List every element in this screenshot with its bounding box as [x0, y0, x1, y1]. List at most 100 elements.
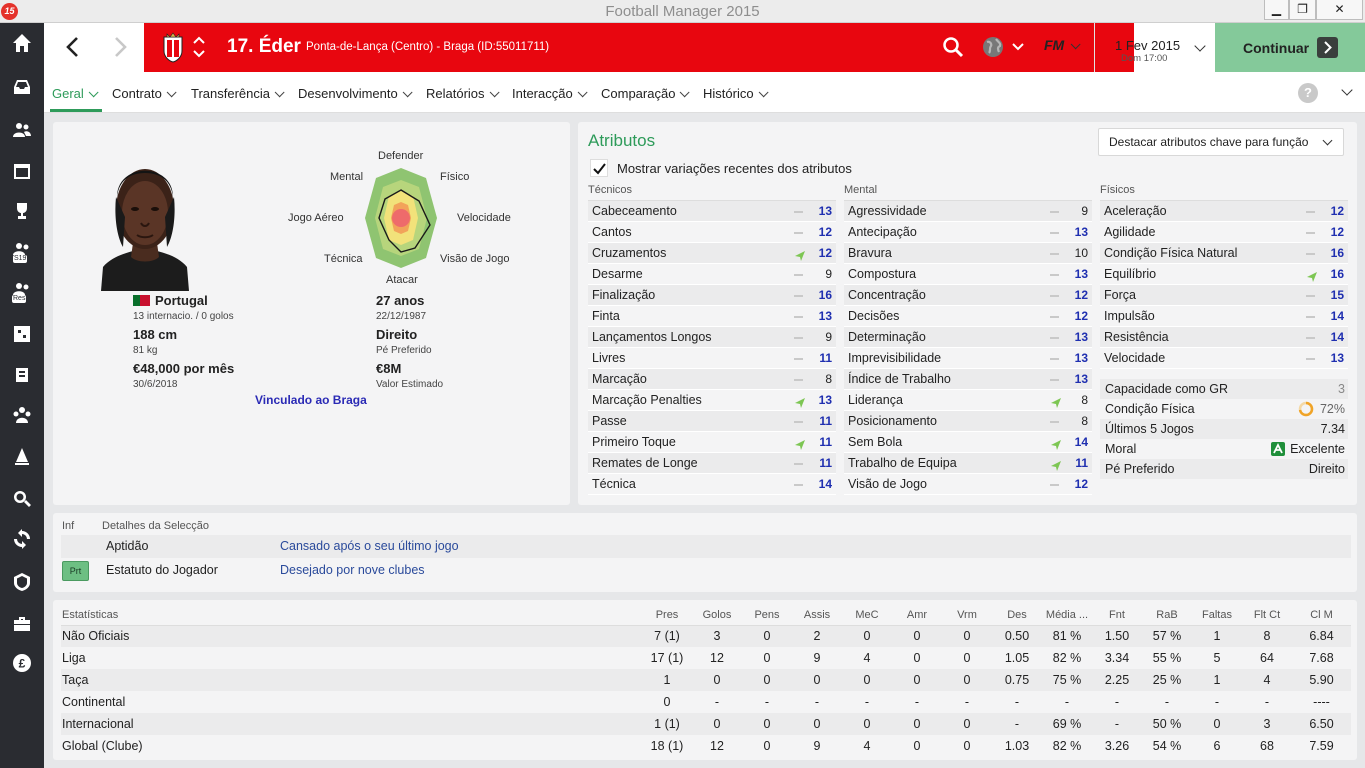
match-icon[interactable]	[10, 446, 34, 468]
tab-label: Transferência	[191, 86, 270, 101]
training-icon[interactable]	[10, 365, 34, 387]
attribute-value: 9	[1081, 204, 1088, 218]
row-label: Estatuto do Jogador	[106, 563, 218, 577]
stats-column-header[interactable]: Pens	[742, 606, 792, 626]
close-window-button[interactable]: ✕	[1316, 0, 1363, 20]
stats-column-header[interactable]: MeC	[842, 606, 892, 626]
money-icon[interactable]: £	[10, 653, 34, 675]
attribute-value: 12	[818, 246, 832, 260]
back-arrow-icon[interactable]	[59, 33, 87, 61]
dropdown-label: Destacar atributos chave para função	[1109, 135, 1309, 149]
attribute-row: Liderança 8	[844, 390, 1092, 411]
info-value: 72%	[1319, 402, 1345, 416]
attribute-value: 13	[1074, 330, 1088, 344]
attribute-row: Agilidade 12	[1100, 222, 1348, 243]
attribute-name: Trabalho de Equipa	[848, 456, 957, 470]
tactics-icon[interactable]	[10, 324, 34, 346]
forward-arrow-icon[interactable]	[106, 33, 134, 61]
stats-cell: 0	[963, 739, 971, 753]
checkbox-checked-icon[interactable]	[590, 159, 608, 177]
u19-squad-icon[interactable]: S19	[10, 241, 34, 267]
stats-column-header[interactable]: Amr	[892, 606, 942, 626]
transfers-icon[interactable]	[10, 529, 34, 551]
highlight-attributes-dropdown[interactable]: Destacar atributos chave para função	[1098, 128, 1344, 156]
minimize-button[interactable]: ▁	[1264, 0, 1289, 20]
staff-icon[interactable]	[10, 405, 34, 427]
stats-column-header[interactable]: Estatísticas	[61, 606, 642, 626]
stats-column-header[interactable]: Fnt	[1092, 606, 1142, 626]
weight: 81 kg	[133, 345, 158, 356]
tab-geral[interactable]: Geral	[52, 86, 99, 101]
tab-relatorios[interactable]: Relatórios	[426, 86, 500, 101]
date-display[interactable]: 1 Fev 2015 Dom 17:00	[1094, 23, 1214, 72]
column-header: Técnicos	[588, 184, 836, 201]
info-label: Condição Física	[1105, 402, 1195, 416]
stats-column-header[interactable]: RaB	[1142, 606, 1192, 626]
no-change-dash-icon	[794, 484, 803, 486]
no-change-dash-icon	[1050, 295, 1059, 297]
selection-details-header: Detalhes da Selecção	[102, 520, 210, 532]
attribute-name: Remates de Longe	[592, 456, 698, 470]
stats-column-header[interactable]: Pres	[642, 606, 692, 626]
stats-column-header[interactable]: Assis	[792, 606, 842, 626]
morale-value: Excelente	[1271, 439, 1345, 459]
radar-label-aereo: Jogo Aéreo	[288, 212, 344, 224]
help-icon[interactable]: ?	[1298, 83, 1318, 103]
attribute-row: Marcação Penalties 13	[588, 390, 836, 411]
player-switch-arrows-icon[interactable]	[192, 33, 206, 61]
squad-icon[interactable]	[10, 120, 34, 142]
fm-menu[interactable]: FM	[1044, 37, 1084, 57]
reserves-icon[interactable]: Res	[10, 281, 34, 307]
stats-cell: 0	[742, 625, 792, 647]
attribute-value: 10	[1074, 246, 1088, 260]
continue-button[interactable]: Continuar	[1215, 23, 1365, 72]
stats-column-header[interactable]: Vrm	[942, 606, 992, 626]
calendar-icon[interactable]	[10, 161, 34, 183]
continue-arrow-icon	[1317, 37, 1338, 58]
stats-column-header[interactable]: Flt Ct	[1242, 606, 1292, 626]
attribute-value: 8	[1081, 414, 1088, 428]
search-icon[interactable]	[942, 36, 964, 58]
scouting-icon[interactable]	[10, 572, 34, 594]
attribute-value: 16	[1330, 246, 1344, 260]
stats-cell: 2	[792, 625, 842, 647]
tab-contrato[interactable]: Contrato	[112, 86, 177, 101]
radar-label-atacar: Atacar	[386, 274, 418, 286]
tab-comparacao[interactable]: Comparação	[601, 86, 691, 101]
radar-label-defender: Defender	[378, 150, 424, 162]
attribute-name: Agilidade	[1104, 225, 1156, 239]
attribute-value: 12	[1074, 477, 1088, 491]
no-change-dash-icon	[794, 379, 803, 381]
chevron-down-icon[interactable]	[1340, 84, 1354, 99]
tab-desenvolvimento[interactable]: Desenvolvimento	[298, 86, 413, 101]
stats-column-header[interactable]: Golos	[692, 606, 742, 626]
home-icon[interactable]	[10, 33, 34, 55]
stats-cell: 81 %	[1042, 625, 1092, 647]
stats-row: Internacional 1 (1) 0 0 0 0 0 0-69 % -50 % 0 3 6.50	[61, 713, 1351, 735]
stats-cell: -	[1264, 695, 1270, 709]
attribute-name: Cantos	[592, 225, 632, 239]
finances-icon[interactable]	[10, 614, 34, 636]
maximize-button[interactable]: ❐	[1289, 0, 1316, 20]
tab-interaccao[interactable]: Interacção	[512, 86, 588, 101]
trophy-icon[interactable]	[10, 201, 34, 223]
stats-cell: 12	[710, 651, 724, 665]
estimated-value: €8M	[376, 361, 402, 376]
club-contract-link[interactable]: Vinculado ao Braga	[255, 393, 367, 407]
tab-transferencia[interactable]: Transferência	[191, 86, 285, 101]
tab-historico[interactable]: Histórico	[703, 86, 769, 101]
attribute-row: Primeiro Toque 11	[588, 432, 836, 453]
stats-column-header[interactable]: Média ...	[1042, 606, 1092, 626]
stats-cell: -	[1164, 695, 1170, 709]
attribute-value: 11	[819, 351, 832, 365]
stats-column-header[interactable]: Faltas	[1192, 606, 1242, 626]
search-icon[interactable]	[10, 489, 34, 511]
no-change-dash-icon	[1050, 253, 1059, 255]
stats-column-header[interactable]: Des	[992, 606, 1042, 626]
stats-column-header[interactable]: Cl M	[1292, 606, 1351, 626]
inbox-icon[interactable]	[10, 77, 34, 99]
attribute-row: Antecipação 13	[844, 222, 1092, 243]
attribute-value: 12	[1074, 288, 1088, 302]
attribute-value: 14	[1330, 330, 1344, 344]
world-globe-icon[interactable]	[982, 36, 1024, 58]
